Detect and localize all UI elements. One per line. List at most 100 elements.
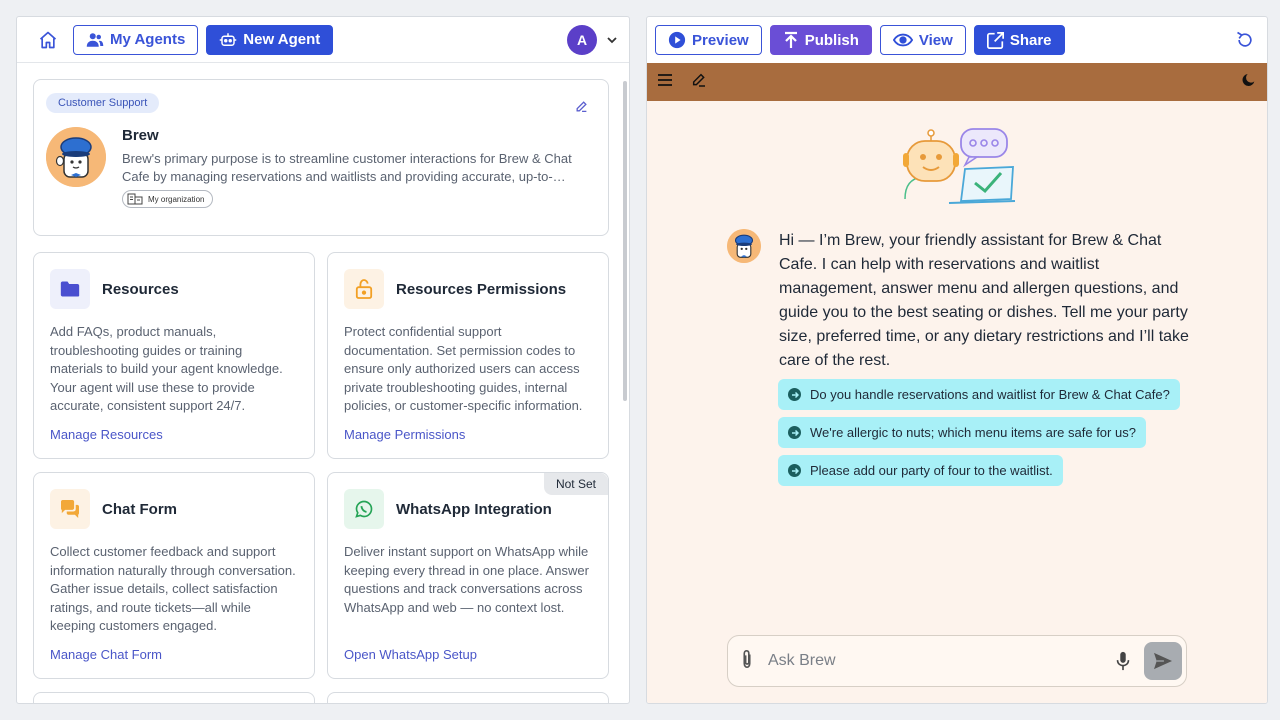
manage-chat-form-link[interactable]: Manage Chat Form bbox=[50, 647, 162, 662]
robot-icon bbox=[220, 32, 237, 46]
preview-label: Preview bbox=[692, 31, 749, 49]
unlock-icon bbox=[355, 279, 373, 299]
pencil-icon bbox=[576, 101, 587, 113]
publish-button[interactable]: Publish bbox=[769, 25, 872, 55]
next-card-partial bbox=[327, 692, 609, 703]
status-badge: Not Set bbox=[543, 473, 608, 495]
microphone-icon bbox=[1116, 651, 1130, 671]
suggestion-list: Do you handle reservations and waitlist … bbox=[778, 379, 1180, 493]
attach-button[interactable] bbox=[740, 649, 754, 674]
folder-icon bbox=[60, 281, 80, 297]
organization-pill[interactable]: My organization bbox=[122, 190, 214, 208]
card-title: Resources bbox=[102, 280, 179, 298]
card-title: WhatsApp Integration bbox=[396, 500, 552, 518]
manage-permissions-link[interactable]: Manage Permissions bbox=[344, 427, 465, 442]
chat-form-icon-box bbox=[50, 489, 90, 529]
arrow-right-circle-icon bbox=[788, 388, 801, 401]
voice-input-button[interactable] bbox=[1116, 651, 1130, 671]
arrow-right-circle-icon bbox=[788, 426, 801, 439]
suggestion-text: We're allergic to nuts; which menu items… bbox=[810, 425, 1136, 440]
mascot-icon bbox=[46, 127, 106, 187]
preview-toolbar: Preview Publish View Share bbox=[647, 17, 1267, 63]
suggestion-chip[interactable]: We're allergic to nuts; which menu items… bbox=[778, 417, 1146, 448]
category-tag: Customer Support bbox=[46, 93, 160, 113]
chat-bubbles-icon bbox=[61, 500, 79, 518]
card-title: Chat Form bbox=[102, 500, 177, 518]
chat-app-bar bbox=[647, 63, 1267, 101]
my-agents-button[interactable]: My Agents bbox=[73, 24, 199, 55]
play-icon bbox=[668, 31, 686, 49]
resources-icon-box bbox=[50, 269, 90, 309]
upload-icon bbox=[784, 31, 797, 48]
theme-toggle[interactable] bbox=[1241, 72, 1257, 93]
publish-label: Publish bbox=[804, 31, 859, 49]
open-whatsapp-setup-link[interactable]: Open WhatsApp Setup bbox=[344, 647, 477, 662]
avatar[interactable]: A bbox=[567, 24, 597, 55]
card-description: Collect customer feedback and support in… bbox=[50, 544, 296, 633]
chevron-down-icon[interactable] bbox=[607, 36, 617, 44]
preview-panel: Preview Publish View Share Hi — I’m Brew… bbox=[646, 16, 1268, 704]
resources-card: Resources Add FAQs, product manuals, tro… bbox=[33, 252, 315, 459]
suggestion-text: Please add our party of four to the wait… bbox=[810, 463, 1053, 478]
view-button[interactable]: View bbox=[879, 25, 966, 55]
share-button[interactable]: Share bbox=[973, 25, 1065, 55]
assistant-avatar bbox=[727, 229, 761, 263]
agent-description: Brew's primary purpose is to streamline … bbox=[122, 151, 572, 184]
suggestion-text: Do you handle reservations and waitlist … bbox=[810, 387, 1170, 402]
share-icon bbox=[986, 31, 1004, 49]
whatsapp-icon bbox=[355, 500, 373, 518]
eye-icon bbox=[892, 33, 913, 47]
send-icon bbox=[1154, 652, 1172, 670]
new-agent-label: New Agent bbox=[243, 31, 321, 48]
home-button[interactable] bbox=[35, 27, 61, 53]
robot-laptop-icon bbox=[903, 128, 1016, 204]
resources-permissions-card: Resources Permissions Protect confidenti… bbox=[327, 252, 609, 459]
chat-form-card: Chat Form Collect customer feedback and … bbox=[33, 472, 315, 679]
card-description: Deliver instant support on WhatsApp whil… bbox=[344, 544, 589, 615]
scrollbar[interactable] bbox=[623, 81, 627, 401]
chat-input-bar bbox=[727, 635, 1187, 687]
card-description: Protect confidential support documentati… bbox=[344, 324, 583, 413]
chat-area: Hi — I’m Brew, your friendly assistant f… bbox=[647, 101, 1267, 703]
whatsapp-integration-card: Not Set WhatsApp Integration Deliver ins… bbox=[327, 472, 609, 679]
suggestion-chip[interactable]: Please add our party of four to the wait… bbox=[778, 455, 1063, 486]
agent-name: Brew bbox=[122, 127, 159, 144]
left-header: My Agents New Agent A bbox=[17, 17, 629, 63]
agent-summary-card: Customer Support Brew Brew's primary pur… bbox=[33, 79, 609, 236]
robot-illustration bbox=[899, 127, 1017, 212]
pencil-icon bbox=[692, 73, 705, 87]
moon-icon bbox=[1242, 73, 1255, 86]
agent-avatar-image bbox=[46, 127, 106, 187]
assistant-message: Hi — I’m Brew, your friendly assistant f… bbox=[727, 229, 1193, 373]
refresh-icon bbox=[1237, 31, 1252, 47]
preview-button[interactable]: Preview bbox=[655, 25, 762, 55]
share-label: Share bbox=[1009, 31, 1052, 49]
arrow-right-circle-icon bbox=[788, 464, 801, 477]
account-menu[interactable]: A bbox=[567, 24, 617, 55]
mascot-icon bbox=[727, 229, 761, 263]
hamburger-icon bbox=[658, 74, 672, 86]
manage-resources-link[interactable]: Manage Resources bbox=[50, 427, 163, 442]
card-description: Add FAQs, product manuals, troubleshooti… bbox=[50, 324, 283, 413]
send-button[interactable] bbox=[1144, 642, 1182, 680]
users-icon bbox=[86, 32, 104, 47]
card-title: Resources Permissions bbox=[396, 280, 567, 298]
suggestion-chip[interactable]: Do you handle reservations and waitlist … bbox=[778, 379, 1180, 410]
organization-label: My organization bbox=[148, 194, 205, 204]
chat-message-input[interactable] bbox=[768, 652, 1116, 670]
agent-settings-panel: My Agents New Agent A Customer Support B… bbox=[16, 16, 630, 704]
edit-agent-button[interactable] bbox=[575, 100, 588, 118]
whatsapp-icon-box bbox=[344, 489, 384, 529]
assistant-message-text: Hi — I’m Brew, your friendly assistant f… bbox=[779, 232, 1189, 369]
permissions-icon-box bbox=[344, 269, 384, 309]
home-icon bbox=[39, 31, 57, 48]
my-agents-label: My Agents bbox=[110, 31, 186, 48]
new-agent-button[interactable]: New Agent bbox=[206, 24, 334, 55]
menu-button[interactable] bbox=[657, 73, 673, 91]
paperclip-icon bbox=[743, 649, 751, 668]
new-chat-button[interactable] bbox=[691, 72, 707, 93]
next-card-partial bbox=[33, 692, 315, 703]
building-icon bbox=[127, 193, 143, 205]
refresh-button[interactable] bbox=[1235, 30, 1255, 50]
settings-scroll-area: Customer Support Brew Brew's primary pur… bbox=[17, 63, 629, 703]
